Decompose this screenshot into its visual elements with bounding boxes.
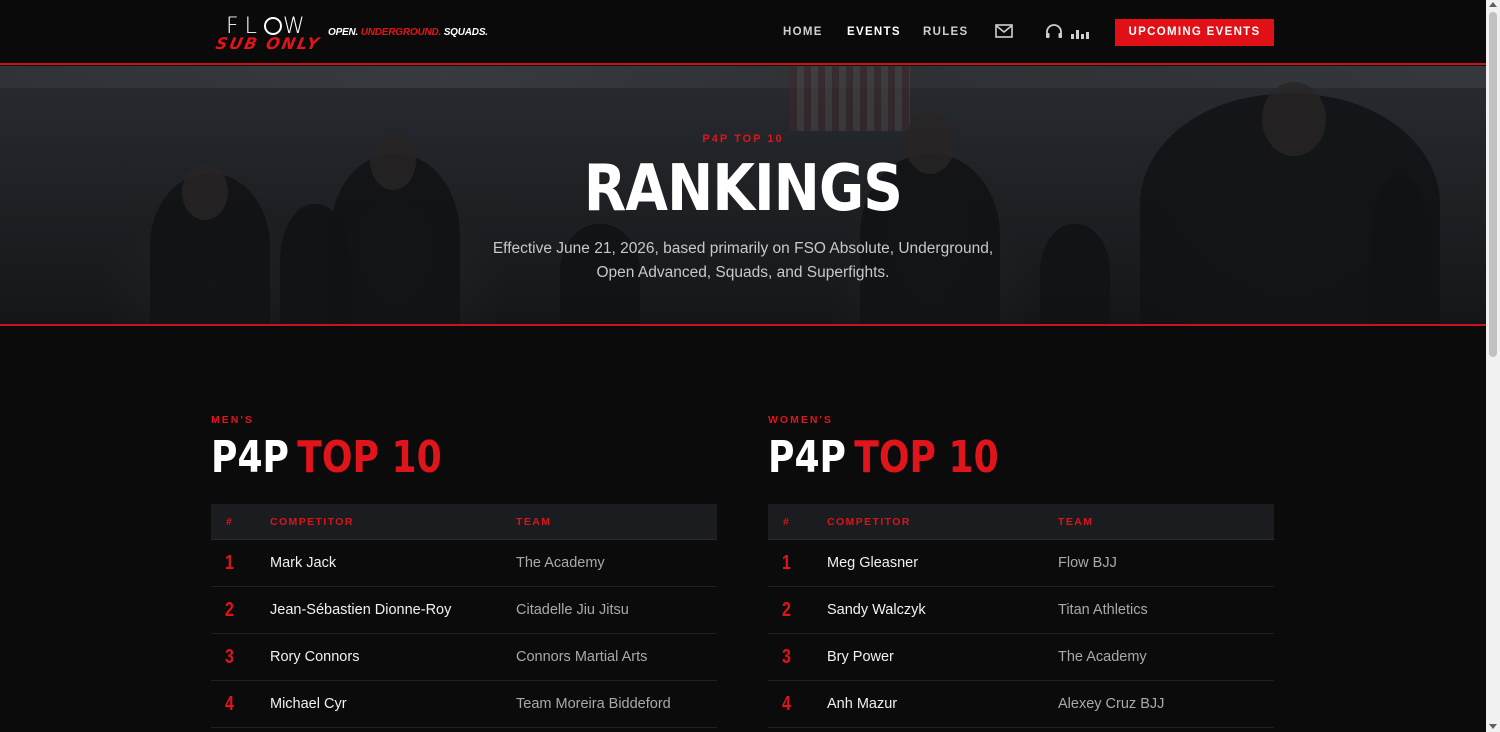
upcoming-events-button[interactable]: UPCOMING EVENTS (1115, 19, 1274, 46)
table-row: 1 Meg Gleasner Flow BJJ (768, 540, 1274, 587)
team-name: Team Moreira Biddeford (516, 696, 671, 712)
nav-events-link[interactable]: EVENTS (847, 26, 901, 38)
team-name: Flow BJJ (1058, 555, 1117, 571)
competitor-name: Meg Gleasner (827, 555, 919, 571)
table-row: 2 Jean-Sébastien Dionne-Roy Citadelle Ji… (211, 587, 717, 634)
scroll-down-arrow-icon[interactable] (1489, 724, 1497, 729)
tagline-underground: UNDERGROUND. (360, 27, 442, 38)
column-header-rank: # (783, 516, 791, 528)
womens-title: P4P TOP 10 (768, 432, 1183, 484)
competitor-name: Jean-Sébastien Dionne-Roy (270, 602, 452, 618)
competitor-name: Rory Connors (270, 649, 360, 665)
column-header-competitor: COMPETITOR (827, 516, 911, 528)
mens-rankings-panel: MEN'S P4P TOP 10 # COMPETITOR TEAM 1 Mark… (211, 414, 717, 728)
rank-number: 4 (782, 693, 791, 715)
column-header-team: TEAM (1058, 516, 1094, 528)
mens-title-top10: TOP 10 (297, 432, 442, 483)
table-row: 4 Anh Mazur Alexey Cruz BJJ (768, 681, 1274, 728)
scroll-up-arrow-icon[interactable] (1489, 2, 1497, 7)
mens-title-p4p: P4P (211, 432, 290, 483)
team-name: The Academy (1058, 649, 1147, 665)
logo-sub-only: SUB ONLY (213, 34, 323, 53)
hero-eyebrow: P4P TOP 10 (702, 133, 784, 145)
page-title: RANKINGS (583, 152, 903, 226)
competitor-name: Sandy Walczyk (827, 602, 926, 618)
womens-rankings-panel: WOMEN'S P4P TOP 10 # COMPETITOR TEAM 1 Me… (768, 414, 1274, 728)
table-row: 1 Mark Jack The Academy (211, 540, 717, 587)
bars-icon (1071, 30, 1089, 39)
hero-subtitle: Effective June 21, 2026, based primarily… (470, 237, 1016, 285)
table-row: 3 Bry Power The Academy (768, 634, 1274, 681)
mail-icon[interactable] (995, 24, 1013, 43)
team-name: Connors Martial Arts (516, 649, 648, 665)
headphones-icon (1046, 24, 1062, 38)
team-name: Titan Athletics (1058, 602, 1148, 618)
scrollbar-thumb[interactable] (1489, 12, 1497, 357)
table-row: 2 Sandy Walczyk Titan Athletics (768, 587, 1274, 634)
rank-number: 1 (782, 552, 791, 574)
womens-title-top10: TOP 10 (854, 432, 999, 483)
mens-eyebrow: MEN'S (211, 414, 254, 426)
womens-table-header: # COMPETITOR TEAM (768, 504, 1274, 540)
rank-number: 3 (225, 646, 234, 668)
table-row: 3 Rory Connors Connors Martial Arts (211, 634, 717, 681)
competitor-name: Anh Mazur (827, 696, 898, 712)
tagline-open: OPEN. (328, 27, 359, 38)
logo-tagline: OPEN. UNDERGROUND. SQUADS. (328, 27, 488, 38)
hero-subtitle-line-2: Open Advanced, Squads, and Superfights. (596, 264, 890, 281)
tagline-squads: SQUADS. (443, 27, 488, 38)
team-name: Citadelle Jiu Jitsu (516, 602, 629, 618)
nav-home-link[interactable]: HOME (783, 26, 823, 38)
site-header: FL W SUB ONLY OPEN. UNDERGROUND. SQUADS. … (0, 0, 1486, 65)
hero-banner: P4P TOP 10 RANKINGS Effective June 21, 2… (0, 66, 1486, 326)
rank-number: 2 (225, 599, 234, 621)
mens-table-header: # COMPETITOR TEAM (211, 504, 717, 540)
column-header-competitor: COMPETITOR (270, 516, 354, 528)
hero-subtitle-line-1: Effective June 21, 2026, based primarily… (492, 240, 994, 257)
team-name: Alexey Cruz BJJ (1058, 696, 1165, 712)
team-name: The Academy (516, 555, 605, 571)
rank-number: 4 (225, 693, 234, 715)
rank-number: 2 (782, 599, 791, 621)
column-header-team: TEAM (516, 516, 552, 528)
womens-title-p4p: P4P (768, 432, 847, 483)
rank-number: 1 (225, 552, 234, 574)
competitor-name: Mark Jack (270, 555, 337, 571)
table-row: 4 Michael Cyr Team Moreira Biddeford (211, 681, 717, 728)
audio-player-icon[interactable] (1045, 24, 1089, 45)
site-logo[interactable]: FL W SUB ONLY OPEN. UNDERGROUND. SQUADS. (213, 14, 488, 53)
rank-number: 3 (782, 646, 791, 668)
nav-rules-link[interactable]: RULES (923, 26, 968, 38)
competitor-name: Michael Cyr (270, 696, 347, 712)
column-header-rank: # (226, 516, 234, 528)
mens-title: P4P TOP 10 (211, 432, 626, 484)
page-scrollbar[interactable] (1486, 0, 1500, 732)
competitor-name: Bry Power (827, 649, 894, 665)
womens-eyebrow: WOMEN'S (768, 414, 833, 426)
